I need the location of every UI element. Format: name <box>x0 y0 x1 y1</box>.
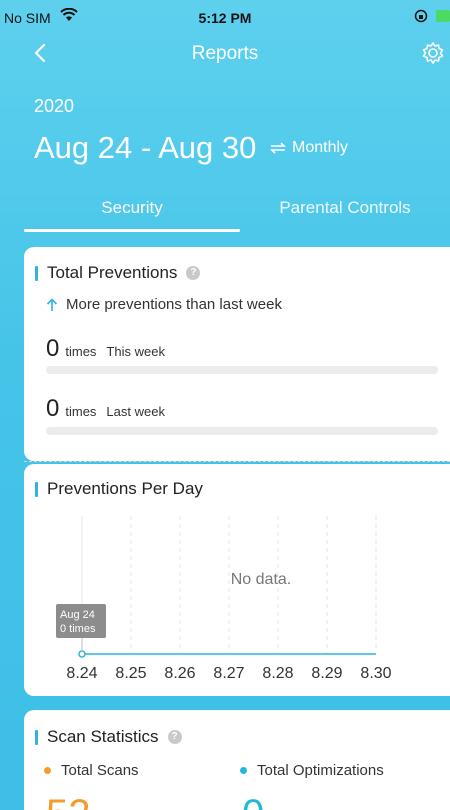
scan-statistics-card: Scan Statistics ? Total Scans Total Opti… <box>24 710 450 810</box>
total-scans-value: 52 <box>46 792 91 810</box>
total-optimizations-dot <box>240 767 247 774</box>
total-preventions-title: Total Preventions ? <box>35 263 201 283</box>
period-toggle-label: Monthly <box>292 139 349 156</box>
total-optimizations-label: Total Optimizations <box>257 762 384 779</box>
period-toggle[interactable]: Monthly <box>270 139 348 157</box>
scan-statistics-title: Scan Statistics ? <box>35 727 182 747</box>
swap-icon <box>270 142 286 154</box>
preventions-per-day-title: Preventions Per Day <box>35 479 203 499</box>
settings-button[interactable] <box>420 40 446 66</box>
last-week-label: Last week <box>106 404 165 419</box>
this-week-unit: times <box>65 344 97 359</box>
page-title: Reports <box>191 43 259 64</box>
x-tick-label: 8.25 <box>115 665 146 682</box>
preventions-per-day-card: Preventions Per Day Aug 24 0 times No data… <box>24 464 450 696</box>
status-bar: No SIM 5:12 PM <box>0 0 450 36</box>
nav-bar: Reports <box>0 36 450 72</box>
title-accent-bar <box>35 265 38 281</box>
total-preventions-card: Total Preventions ? More preventions tha… <box>24 247 450 461</box>
tooltip-date: Aug 24 <box>60 609 95 621</box>
x-tick-label: 8.29 <box>311 665 342 682</box>
scan-statistics-heading: Scan Statistics <box>47 727 159 746</box>
last-week-stat: 0 times Last week <box>46 395 165 423</box>
x-tick-label: 8.27 <box>213 665 244 682</box>
preventions-trend: More preventions than last week <box>46 296 282 313</box>
total-optimizations-value: 0 <box>242 792 264 810</box>
this-week-stat: 0 times This week <box>46 335 165 363</box>
title-accent-bar <box>35 481 38 497</box>
report-year: 2020 <box>34 96 75 116</box>
last-week-unit: times <box>65 404 97 419</box>
this-week-value: 0 <box>46 335 60 362</box>
no-data-text: No data. <box>231 571 291 588</box>
this-week-label: This week <box>106 344 165 359</box>
card-divider <box>24 461 450 462</box>
last-week-progress <box>46 427 438 435</box>
x-tick-label: 8.24 <box>66 665 97 682</box>
total-scans-label: Total Scans <box>61 762 139 779</box>
tab-parental-controls[interactable]: Parental Controls <box>240 198 450 218</box>
total-scans-legend: Total Scans <box>44 762 139 779</box>
title-accent-bar <box>35 729 38 745</box>
total-scans-dot <box>44 767 51 774</box>
this-week-progress <box>46 366 438 374</box>
gear-icon <box>422 42 444 64</box>
total-optimizations-legend: Total Optimizations <box>240 762 384 779</box>
tab-security[interactable]: Security <box>24 198 240 218</box>
last-week-value: 0 <box>46 395 60 422</box>
help-icon[interactable]: ? <box>186 266 201 280</box>
tooltip-value: 0 times <box>60 623 96 635</box>
arrow-up-icon <box>46 297 58 311</box>
total-preventions-heading: Total Preventions <box>47 263 178 282</box>
rotation-lock-icon <box>414 9 428 26</box>
x-tick-label: 8.26 <box>164 665 195 682</box>
preventions-chart-svg: Aug 24 0 times No data. 8.24 8.25 8.26 8.27 8.2… <box>56 516 392 682</box>
report-date-range: Aug 24 - Aug 30 <box>34 130 257 165</box>
battery-icon <box>436 10 450 22</box>
preventions-per-day-heading: Preventions Per Day <box>47 479 203 498</box>
preventions-per-day-chart: Aug 24 0 times No data. 8.24 8.25 8.26 8.27 8.2… <box>46 506 450 696</box>
status-time: 5:12 PM <box>198 10 252 26</box>
help-icon[interactable]: ? <box>167 730 182 744</box>
data-point-8-24 <box>78 650 86 658</box>
tab-active-indicator <box>24 229 240 232</box>
preventions-trend-text: More preventions than last week <box>66 296 282 313</box>
x-tick-label: 8.28 <box>262 665 293 682</box>
x-tick-label: 8.30 <box>360 665 391 682</box>
report-tabs: Security Parental Controls <box>0 196 450 236</box>
